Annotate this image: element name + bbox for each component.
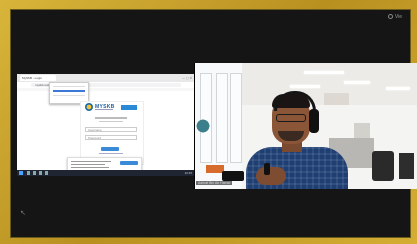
ceiling-light: [304, 71, 344, 74]
notice-accept-button[interactable]: [120, 161, 138, 165]
window-pane: [230, 73, 242, 163]
wall-board: [324, 93, 349, 105]
window-pane: [216, 73, 228, 163]
office-chair: [399, 153, 414, 179]
start-icon[interactable]: [19, 171, 23, 175]
notice-text: [71, 167, 109, 168]
notice-text: [71, 161, 111, 162]
password-input[interactable]: Password: [85, 135, 137, 140]
browser-tabstrip: MySKB - Login — ▢ ✕: [17, 74, 195, 82]
browser-tab[interactable]: MySKB - Login: [20, 75, 56, 81]
mouse-cursor-icon: ↖: [20, 210, 26, 217]
login-card: MYSKB Username Password: [80, 101, 144, 165]
window-controls-icon[interactable]: — ▢ ✕: [182, 76, 192, 80]
wall-decoration: [196, 118, 210, 138]
camera-tile[interactable]: [194, 63, 417, 189]
login-subheading: [99, 121, 123, 122]
view-toggle[interactable]: Vie: [388, 14, 402, 20]
participant-name-label: Ashraf Bin Ab Hamid: [196, 181, 233, 185]
login-heading: [95, 117, 127, 119]
presenter-glasses: [276, 114, 306, 122]
taskbar-clock: 10:45: [184, 171, 192, 175]
bookmark-bar: [17, 88, 195, 91]
portal-subtitle: [95, 109, 113, 110]
ceiling-light: [290, 85, 320, 88]
taskbar-app-icon[interactable]: [45, 171, 48, 175]
menu-item[interactable]: [53, 86, 85, 87]
portal-logo-icon: [85, 103, 93, 111]
shared-screen-tile[interactable]: MySKB - Login — ▢ ✕ myskb.usm.my MYSKB U…: [17, 74, 195, 174]
forgot-password-link[interactable]: [99, 153, 123, 154]
login-button[interactable]: [101, 147, 119, 151]
taskbar-app-icon[interactable]: [39, 171, 42, 175]
handheld-mic: [264, 163, 270, 175]
menu-item[interactable]: [53, 95, 85, 96]
taskbar-app-icon[interactable]: [27, 171, 30, 175]
ceiling-light: [344, 81, 370, 84]
tile-divider: [194, 63, 195, 189]
presenter-hand: [256, 167, 286, 185]
headset-earcup: [309, 109, 319, 133]
taskbar-app-icon[interactable]: [33, 171, 36, 175]
notice-text: [71, 164, 105, 165]
menu-item-selected[interactable]: [53, 90, 85, 92]
office-chair: [372, 151, 394, 181]
ceiling-light: [386, 87, 410, 90]
portal-tag: [121, 105, 137, 110]
windows-taskbar: 10:45: [17, 170, 195, 176]
username-input[interactable]: Username: [85, 127, 137, 132]
desk-item: [222, 171, 244, 181]
